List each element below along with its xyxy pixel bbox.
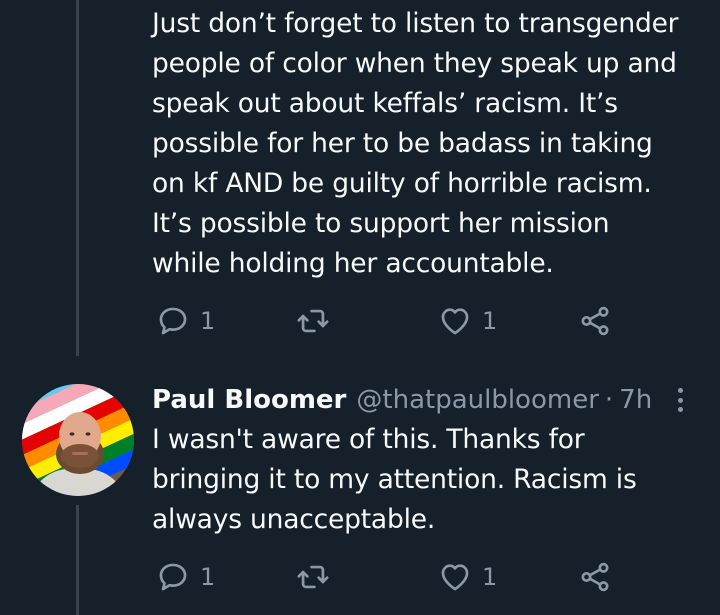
like-button[interactable]: 1	[438, 301, 497, 341]
retweet-button[interactable]	[296, 301, 330, 341]
retweet-arrows-icon	[297, 565, 329, 589]
heart-icon	[441, 564, 469, 591]
like-count: 1	[482, 563, 498, 591]
avatar[interactable]	[22, 384, 134, 496]
reply-button[interactable]: 1	[156, 301, 215, 341]
thread-line	[76, 505, 79, 615]
tweet-actions: 1 1	[152, 557, 622, 597]
like-button[interactable]: 1	[438, 557, 497, 597]
speech-bubble-icon	[159, 307, 187, 335]
tweet-text: I wasn't aware of this. Thanks for bring…	[152, 424, 637, 535]
reply-count: 1	[200, 563, 216, 591]
separator: ·	[604, 385, 614, 415]
profile-photo	[22, 384, 134, 496]
more-options-button[interactable]	[669, 384, 691, 416]
share-nodes-icon	[581, 306, 609, 336]
vertical-ellipsis-icon	[677, 388, 683, 412]
reply-button[interactable]: 1	[156, 557, 215, 597]
reply-count: 1	[200, 307, 216, 335]
tweet-text: Just don’t forget to listen to transgend…	[152, 8, 679, 279]
share-button[interactable]	[578, 301, 612, 341]
heart-icon	[441, 308, 469, 335]
share-button[interactable]	[578, 557, 612, 597]
tweet-header: Paul Bloomer @thatpaulbloomer · 7h	[152, 380, 692, 420]
thread-line	[76, 0, 79, 356]
tweet-actions: 1 1	[152, 301, 622, 341]
display-name[interactable]: Paul Bloomer	[152, 385, 346, 415]
retweet-button[interactable]	[296, 557, 330, 597]
timestamp[interactable]: 7h	[619, 385, 652, 415]
share-nodes-icon	[581, 562, 609, 592]
like-count: 1	[482, 307, 498, 335]
speech-bubble-icon	[159, 563, 187, 591]
user-handle[interactable]: @thatpaulbloomer	[356, 385, 599, 415]
retweet-arrows-icon	[297, 309, 329, 333]
